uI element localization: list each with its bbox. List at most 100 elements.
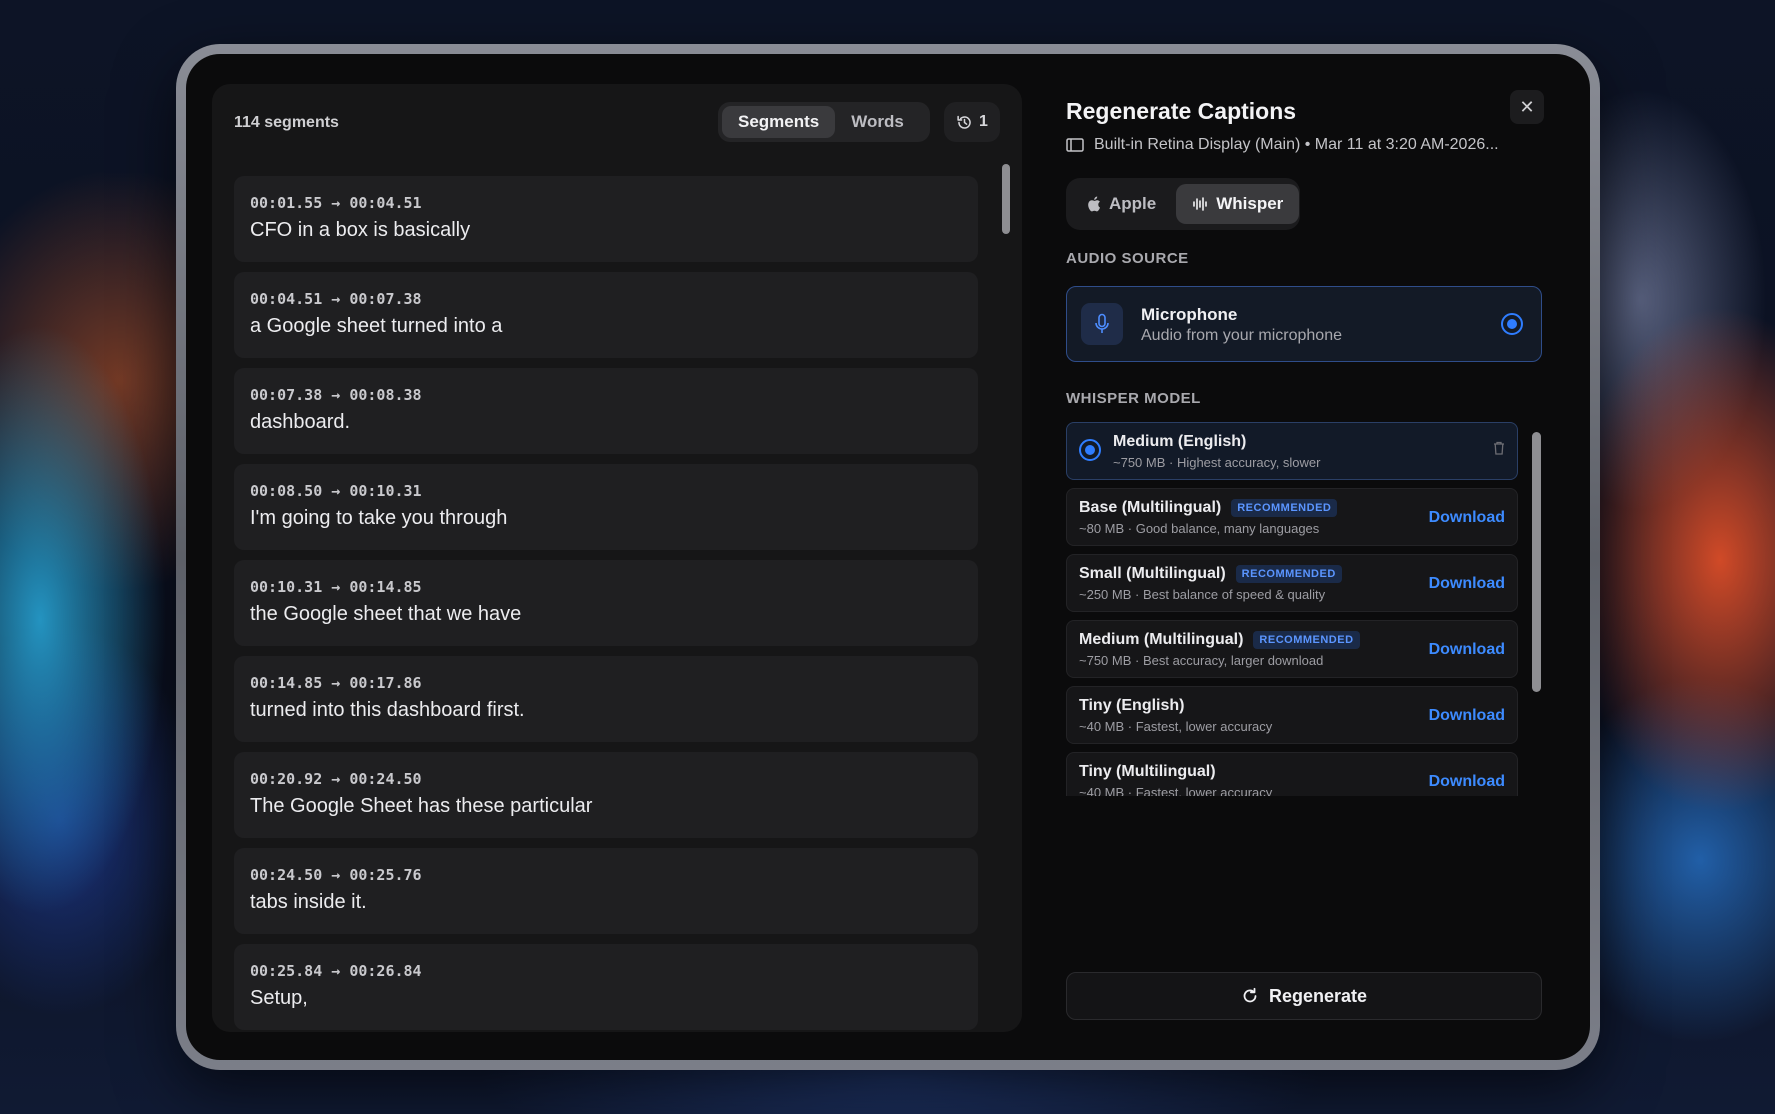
audio-source-description: Audio from your microphone <box>1141 327 1342 344</box>
segment-text: dashboard. <box>250 411 351 433</box>
segment-text: I'm going to take you through <box>250 507 508 529</box>
audio-source-heading: AUDIO SOURCE <box>1066 250 1189 267</box>
model-name-text: Medium (English) <box>1113 433 1247 450</box>
close-button[interactable]: ✕ <box>1510 90 1544 124</box>
model-name: Tiny (Multilingual) <box>1079 763 1216 781</box>
model-name-text: Base (Multilingual) <box>1079 499 1222 516</box>
recommended-badge: RECOMMENDED <box>1253 631 1360 649</box>
app-window: 114 segments Segments Words 1 00:01.55 →… <box>186 54 1590 1060</box>
refresh-icon <box>1243 987 1257 1003</box>
segment-text: the Google sheet that we have <box>250 603 522 625</box>
model-name: Medium (Multilingual) RECOMMENDED <box>1079 631 1360 649</box>
download-button[interactable]: Download <box>1429 707 1505 725</box>
segment-count: 114 segments <box>234 114 339 131</box>
segment-item[interactable]: 00:10.31 → 00:14.85 the Google sheet tha… <box>234 560 978 646</box>
download-button[interactable]: Download <box>1429 641 1505 659</box>
segment-time: 00:24.50 → 00:25.76 <box>250 866 422 884</box>
download-button[interactable]: Download <box>1429 773 1505 791</box>
model-item[interactable]: Base (Multilingual) RECOMMENDED ~80 MB ·… <box>1066 488 1518 546</box>
segment-item[interactable]: 00:14.85 → 00:17.86 turned into this das… <box>234 656 978 742</box>
clock-history-icon <box>957 115 971 129</box>
download-button[interactable]: Download <box>1429 509 1505 527</box>
display-icon <box>1066 138 1084 152</box>
segment-time: 00:01.55 → 00:04.51 <box>250 194 422 212</box>
segment-item[interactable]: 00:25.84 → 00:26.84 Setup, <box>234 944 978 1030</box>
trash-icon[interactable] <box>1493 441 1505 460</box>
segment-time: 00:08.50 → 00:10.31 <box>250 482 422 500</box>
microphone-icon-box <box>1081 303 1123 345</box>
engine-whisper-label: Whisper <box>1216 194 1284 213</box>
segment-time: 00:07.38 → 00:08.38 <box>250 386 422 404</box>
segment-item[interactable]: 00:07.38 → 00:08.38 dashboard. <box>234 368 978 454</box>
history-count: 1 <box>979 113 988 130</box>
segment-scrollbar[interactable] <box>1002 164 1010 234</box>
microphone-icon <box>1095 313 1109 333</box>
close-icon: ✕ <box>1519 97 1535 117</box>
engine-apple[interactable]: Apple <box>1071 184 1172 224</box>
engine-toggle: Apple Whisper <box>1066 178 1300 230</box>
recommended-badge: RECOMMENDED <box>1231 499 1338 517</box>
device-frame: 114 segments Segments Words 1 00:01.55 →… <box>176 44 1600 1070</box>
recording-info: Built-in Retina Display (Main) • Mar 11 … <box>1066 136 1499 154</box>
model-name: Base (Multilingual) RECOMMENDED <box>1079 499 1338 517</box>
transcript-panel: 114 segments Segments Words 1 00:01.55 →… <box>212 84 1022 1032</box>
model-name-text: Small (Multilingual) <box>1079 565 1226 582</box>
audio-source-name: Microphone <box>1141 305 1238 324</box>
segment-time: 00:04.51 → 00:07.38 <box>250 290 422 308</box>
segment-text: tabs inside it. <box>250 891 367 913</box>
regenerate-button[interactable]: Regenerate <box>1066 972 1542 1020</box>
segment-time: 00:25.84 → 00:26.84 <box>250 962 422 980</box>
apple-logo-icon <box>1088 196 1100 212</box>
model-name: Medium (English) <box>1113 433 1246 451</box>
model-item[interactable]: Medium (English) ~750 MB · Highest accur… <box>1066 422 1518 480</box>
model-name: Small (Multilingual) RECOMMENDED <box>1079 565 1342 583</box>
recommended-badge: RECOMMENDED <box>1235 565 1342 583</box>
model-description: ~40 MB · Fastest, lower accuracy <box>1079 719 1273 734</box>
model-name-text: Tiny (English) <box>1079 697 1185 714</box>
model-description: ~40 MB · Fastest, lower accuracy <box>1079 785 1273 796</box>
history-button[interactable]: 1 <box>944 102 1000 142</box>
segment-item[interactable]: 00:08.50 → 00:10.31 I'm going to take yo… <box>234 464 978 550</box>
segment-time: 00:14.85 → 00:17.86 <box>250 674 422 692</box>
panel-title: Regenerate Captions <box>1066 98 1297 124</box>
segment-item[interactable]: 00:04.51 → 00:07.38 a Google sheet turne… <box>234 272 978 358</box>
tab-segments[interactable]: Segments <box>722 106 836 138</box>
model-name-text: Tiny (Multilingual) <box>1079 763 1216 780</box>
model-description: ~250 MB · Best balance of speed & qualit… <box>1079 587 1326 602</box>
model-scrollbar[interactable] <box>1532 432 1541 692</box>
waveform-icon <box>1193 197 1208 211</box>
engine-whisper[interactable]: Whisper <box>1176 184 1300 224</box>
model-description: ~750 MB · Best accuracy, larger download <box>1079 653 1324 668</box>
segment-time: 00:10.31 → 00:14.85 <box>250 578 422 596</box>
download-button[interactable]: Download <box>1429 575 1505 593</box>
segment-text: The Google Sheet has these particular <box>250 795 593 817</box>
engine-apple-label: Apple <box>1109 194 1157 213</box>
regenerate-panel: Regenerate Captions ✕ Built-in Retina Di… <box>1066 84 1566 1032</box>
model-item[interactable]: Tiny (English) ~40 MB · Fastest, lower a… <box>1066 686 1518 744</box>
segment-list: 00:01.55 → 00:04.51 CFO in a box is basi… <box>234 176 978 1032</box>
segment-time: 00:20.92 → 00:24.50 <box>250 770 422 788</box>
segment-text: turned into this dashboard first. <box>250 699 525 721</box>
model-description: ~80 MB · Good balance, many languages <box>1079 521 1320 536</box>
view-toggle: Segments Words <box>718 102 930 142</box>
segment-text: Setup, <box>250 987 308 1009</box>
segment-text: CFO in a box is basically <box>250 219 471 241</box>
model-item[interactable]: Medium (Multilingual) RECOMMENDED ~750 M… <box>1066 620 1518 678</box>
segment-item[interactable]: 00:24.50 → 00:25.76 tabs inside it. <box>234 848 978 934</box>
regenerate-label: Regenerate <box>1268 985 1368 1006</box>
model-item[interactable]: Small (Multilingual) RECOMMENDED ~250 MB… <box>1066 554 1518 612</box>
tab-words[interactable]: Words <box>835 106 920 138</box>
segment-text: a Google sheet turned into a <box>250 315 503 337</box>
audio-source-option[interactable]: Microphone Audio from your microphone <box>1066 286 1542 362</box>
model-name: Tiny (English) <box>1079 697 1184 715</box>
model-radio[interactable] <box>1079 439 1101 461</box>
recording-subtitle: Built-in Retina Display (Main) • Mar 11 … <box>1094 136 1499 153</box>
model-name-text: Medium (Multilingual) <box>1079 631 1244 648</box>
whisper-model-heading: WHISPER MODEL <box>1066 390 1201 407</box>
audio-source-radio[interactable] <box>1501 313 1523 335</box>
model-description: ~750 MB · Highest accuracy, slower <box>1113 455 1321 470</box>
segment-item[interactable]: 00:20.92 → 00:24.50 The Google Sheet has… <box>234 752 978 838</box>
model-list: Medium (English) ~750 MB · Highest accur… <box>1066 422 1542 796</box>
segment-item[interactable]: 00:01.55 → 00:04.51 CFO in a box is basi… <box>234 176 978 262</box>
model-item[interactable]: Tiny (Multilingual) ~40 MB · Fastest, lo… <box>1066 752 1518 796</box>
